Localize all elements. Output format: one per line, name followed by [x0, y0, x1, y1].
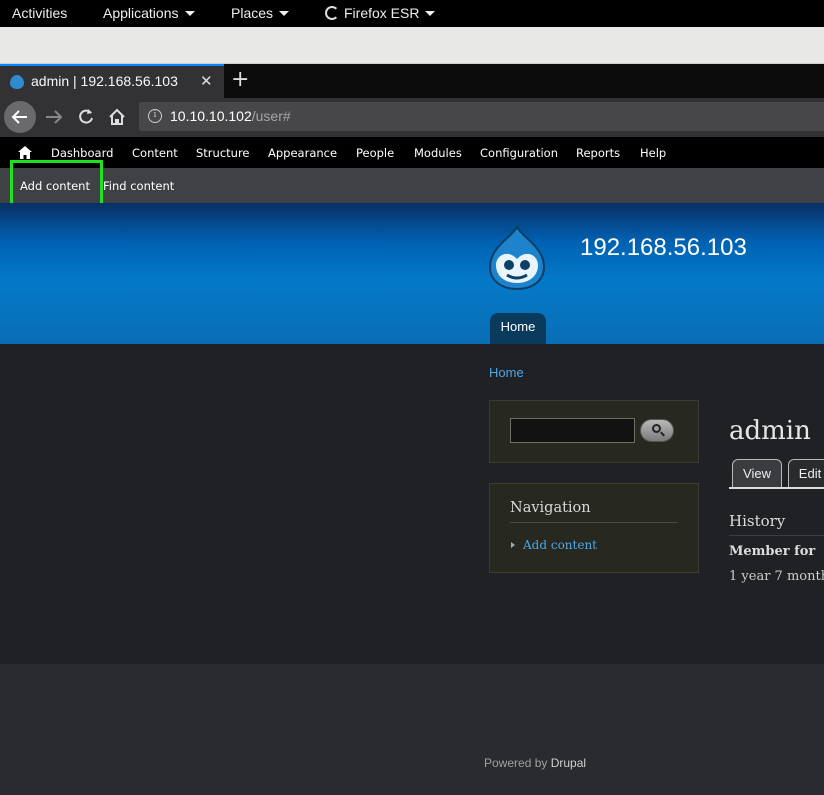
toolbar-modules[interactable]: Modules — [414, 146, 462, 160]
reload-icon — [79, 109, 93, 124]
tab-title: admin | 192.168.56.103 — [31, 73, 178, 89]
bullet-icon — [511, 542, 515, 548]
new-tab-button[interactable]: + — [231, 67, 249, 92]
site-footer: Powered by Drupal — [0, 664, 824, 795]
browser-tab[interactable]: admin | 192.168.56.103 ✕ — [0, 64, 224, 98]
tabs-underline — [729, 487, 824, 489]
chevron-down-icon — [184, 10, 195, 16]
chevron-down-icon — [425, 10, 436, 16]
page-title: admin — [729, 416, 811, 446]
forward-arrow-icon — [46, 110, 63, 124]
breadcrumb-home-link[interactable]: Home — [489, 365, 524, 380]
main-content: Home Navigation Add content admin View E… — [0, 344, 824, 664]
member-for-label: Member for — [729, 544, 816, 559]
url-path: /user# — [251, 108, 291, 124]
back-arrow-icon — [11, 110, 27, 124]
tab-edit[interactable]: Edit — [788, 459, 824, 489]
applications-menu[interactable]: Applications — [103, 0, 195, 27]
search-button[interactable] — [640, 419, 674, 442]
site-info-icon[interactable]: i — [148, 109, 162, 123]
toolbar-appearance[interactable]: Appearance — [268, 146, 337, 160]
tab-strip: admin | 192.168.56.103 ✕ + — [0, 64, 824, 98]
member-for-value: 1 year 7 months — [729, 569, 824, 584]
toolbar-content[interactable]: Content — [132, 146, 178, 160]
toolbar-people[interactable]: People — [356, 146, 394, 160]
places-menu[interactable]: Places — [231, 0, 290, 27]
reload-button[interactable] — [70, 101, 102, 133]
site-name[interactable]: 192.168.56.103 — [580, 234, 747, 262]
toolbar-configuration[interactable]: Configuration — [480, 146, 558, 160]
navigation-title: Navigation — [510, 500, 678, 523]
drupal-link[interactable]: Drupal — [551, 756, 586, 770]
site-header: 192.168.56.103 Home — [0, 203, 824, 344]
toolbar-reports[interactable]: Reports — [576, 146, 620, 160]
search-block — [489, 400, 699, 463]
drupal-favicon-icon — [10, 75, 24, 89]
toolbar-dashboard[interactable]: Dashboard — [51, 146, 113, 160]
home-icon — [109, 108, 125, 125]
applications-label: Applications — [103, 5, 179, 21]
search-icon-handle — [660, 431, 665, 437]
firefox-label: Firefox ESR — [344, 5, 420, 21]
main-menu-home-tab[interactable]: Home — [490, 313, 546, 344]
highlight-box — [10, 160, 103, 209]
gnome-top-bar: Activities Applications Places Firefox E… — [0, 0, 824, 27]
back-button[interactable] — [4, 101, 36, 133]
shortcut-bar: Add content Find content — [0, 168, 824, 203]
home-button[interactable] — [101, 101, 133, 133]
nav-add-content-link[interactable]: Add content — [523, 538, 597, 552]
url-bar[interactable]: i 10.10.10.102/user# — [139, 102, 824, 131]
drupal-logo-icon[interactable] — [486, 225, 548, 291]
activities-button[interactable]: Activities — [12, 0, 67, 27]
browser-nav-bar: i 10.10.10.102/user# — [0, 98, 824, 137]
drupal-admin-toolbar: Dashboard Content Structure Appearance P… — [0, 137, 824, 168]
navigation-block: Navigation Add content — [489, 483, 699, 573]
toolbar-help[interactable]: Help — [640, 146, 666, 160]
toolbar-structure[interactable]: Structure — [196, 146, 250, 160]
shortcut-find-content[interactable]: Find content — [103, 179, 174, 193]
forward-button[interactable] — [38, 101, 70, 133]
powered-by: Powered by Drupal — [484, 756, 586, 770]
history-heading: History — [729, 512, 824, 536]
url-host: 10.10.10.102 — [170, 108, 252, 124]
home-icon[interactable] — [18, 146, 32, 159]
firefox-icon — [325, 6, 339, 21]
close-tab-icon[interactable]: ✕ — [200, 72, 213, 90]
window-title-bar — [0, 27, 824, 64]
search-input[interactable] — [510, 418, 635, 443]
powered-by-label: Powered by — [484, 756, 548, 770]
firefox-app-menu[interactable]: Firefox ESR — [325, 0, 436, 27]
places-label: Places — [231, 5, 274, 21]
tab-view[interactable]: View — [732, 459, 782, 489]
url-text: 10.10.10.102/user# — [170, 108, 291, 124]
chevron-down-icon — [279, 10, 290, 16]
